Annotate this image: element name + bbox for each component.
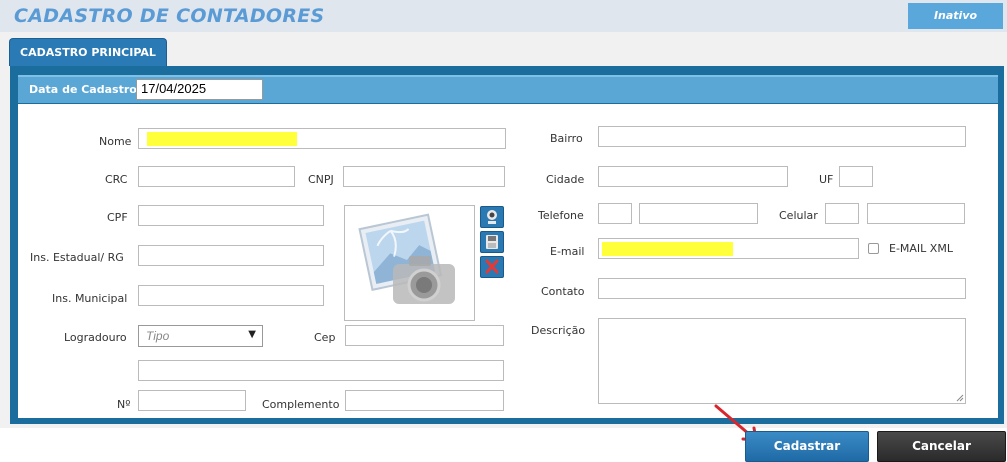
cancelar-button[interactable]: Cancelar [877,431,1006,462]
cpf-field[interactable] [138,205,324,226]
ins-municipal-label: Ins. Municipal [52,292,128,305]
logradouro-label: Logradouro [64,331,127,344]
cidade-field[interactable] [598,166,788,187]
crc-field[interactable] [138,166,295,187]
status-badge[interactable]: Inativo [908,3,1003,29]
ins-estadual-label: Ins. Estadual/ RG [30,251,124,264]
telefone-label: Telefone [538,209,584,222]
email-xml-checkbox[interactable] [868,243,879,254]
ins-municipal-field[interactable] [138,285,324,306]
chevron-down-icon: ▼ [248,329,256,340]
cnpj-label: CNPJ [308,173,334,186]
contato-label: Contato [541,285,585,298]
telefone-field[interactable] [639,203,758,224]
webcam-icon[interactable] [480,206,504,228]
numero-label: Nº [117,398,131,411]
camera-placeholder-icon [358,213,455,304]
date-bar: Data de Cadastro 17/04/2025 [18,75,998,103]
bairro-label: Bairro [550,132,583,145]
email-redaction [602,242,733,256]
email-label: E-mail [550,245,585,258]
contato-field[interactable] [598,278,966,299]
crc-label: CRC [105,173,128,186]
nome-redaction [147,132,297,146]
tab-cadastro-principal[interactable]: CADASTRO PRINCIPAL [9,38,167,66]
ins-estadual-field[interactable] [138,245,324,266]
bairro-field[interactable] [598,126,966,147]
complemento-field[interactable] [345,390,504,411]
cidade-label: Cidade [546,173,585,186]
cpf-label: CPF [107,211,128,224]
cep-field[interactable] [345,325,504,346]
celular-field[interactable] [867,203,965,224]
celular-label: Celular [779,209,818,222]
resize-grip-icon[interactable] [956,394,964,402]
email-xml-label: E-MAIL XML [889,242,953,255]
numero-field[interactable] [138,390,246,411]
complemento-label: Complemento [262,398,340,411]
data-cadastro-field[interactable]: 17/04/2025 [136,79,263,100]
delete-icon[interactable] [480,256,504,278]
logradouro-placeholder: Tipo [146,329,170,343]
logradouro-field[interactable] [138,360,504,381]
uf-field[interactable] [839,166,873,187]
nome-field[interactable] [138,128,506,149]
cadastrar-button[interactable]: Cadastrar [745,431,869,462]
page-header: CADASTRO DE CONTADORES Inativo [0,0,1007,32]
save-icon[interactable] [480,231,504,253]
nome-label: Nome [99,135,132,148]
uf-label: UF [819,173,834,186]
photo-box [344,205,475,321]
descricao-label: Descrição [531,324,586,337]
celular-ddd-field[interactable] [825,203,859,224]
descricao-textarea[interactable] [598,318,966,404]
data-cadastro-label: Data de Cadastro [29,83,137,96]
page-title: CADASTRO DE CONTADORES [14,5,325,27]
cep-label: Cep [314,331,336,344]
cnpj-field[interactable] [343,166,505,187]
logradouro-select[interactable]: Tipo ▼ [138,325,263,347]
telefone-ddd-field[interactable] [598,203,632,224]
email-field[interactable] [598,238,859,259]
